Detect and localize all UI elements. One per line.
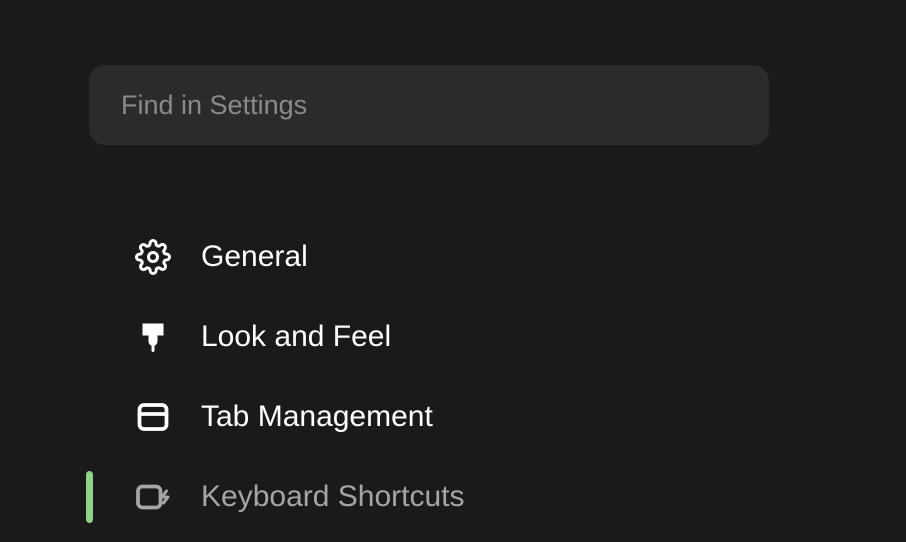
nav-item-look-and-feel[interactable]: Look and Feel — [89, 297, 906, 377]
nav-item-keyboard-shortcuts[interactable]: Keyboard Shortcuts — [89, 457, 906, 537]
keyboard-lightning-icon — [133, 477, 173, 517]
nav-label: General — [201, 240, 308, 274]
nav-item-tab-management[interactable]: Tab Management — [89, 377, 906, 457]
gear-icon — [133, 237, 173, 277]
nav-item-general[interactable]: General — [89, 217, 906, 297]
nav-label: Tab Management — [201, 400, 433, 434]
paintbrush-icon — [133, 317, 173, 357]
window-icon — [133, 397, 173, 437]
settings-search-input[interactable] — [89, 65, 769, 145]
nav-label: Look and Feel — [201, 320, 391, 354]
settings-nav-list: General Look and Feel Tab Management — [89, 217, 906, 537]
nav-label: Keyboard Shortcuts — [201, 480, 464, 514]
